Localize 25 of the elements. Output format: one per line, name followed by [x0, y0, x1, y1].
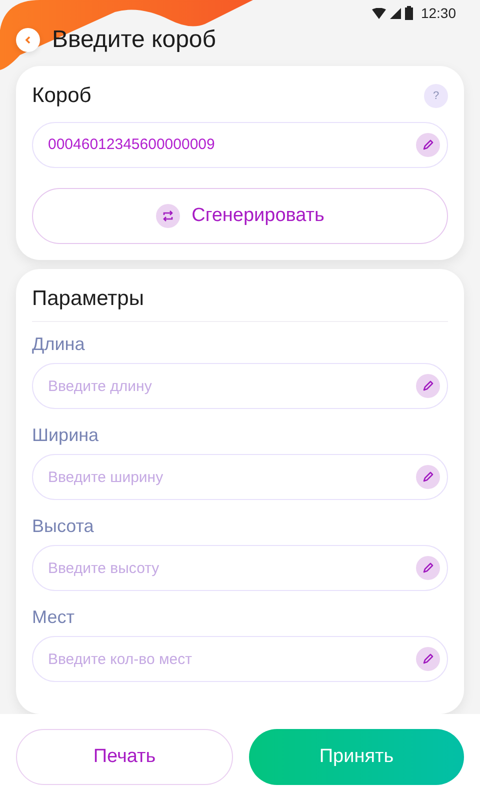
- pencil-icon[interactable]: [416, 647, 440, 671]
- battery-icon: [404, 6, 413, 20]
- back-icon: [24, 36, 32, 44]
- card-title: Короб: [32, 84, 92, 108]
- input-field[interactable]: Введите ширину: [32, 454, 448, 500]
- print-button[interactable]: Печать: [16, 729, 233, 785]
- pencil-icon[interactable]: [416, 556, 440, 580]
- signal-icon: [390, 8, 401, 19]
- card-title: Параметры: [32, 287, 144, 311]
- status-time: 12:30: [420, 5, 456, 22]
- input-field[interactable]: Введите кол-во мест: [32, 636, 448, 682]
- pencil-icon[interactable]: [416, 132, 440, 157]
- field-label: Длина: [32, 334, 86, 355]
- page-title: Введите короб: [52, 26, 216, 54]
- pencil-icon[interactable]: [416, 465, 440, 489]
- field-label: Мест: [32, 607, 76, 628]
- field-label: Ширина: [32, 425, 100, 446]
- box-code-field[interactable]: 00046012345600000009: [32, 122, 448, 168]
- generate-button[interactable]: Сгенерировать: [32, 188, 448, 244]
- pencil-icon[interactable]: [416, 374, 440, 398]
- field-label: Высота: [32, 516, 95, 537]
- repeat-icon: [156, 204, 180, 228]
- input-field[interactable]: Введите длину: [32, 363, 448, 409]
- wifi-icon: [372, 8, 386, 19]
- input-field[interactable]: Введите высоту: [32, 545, 448, 591]
